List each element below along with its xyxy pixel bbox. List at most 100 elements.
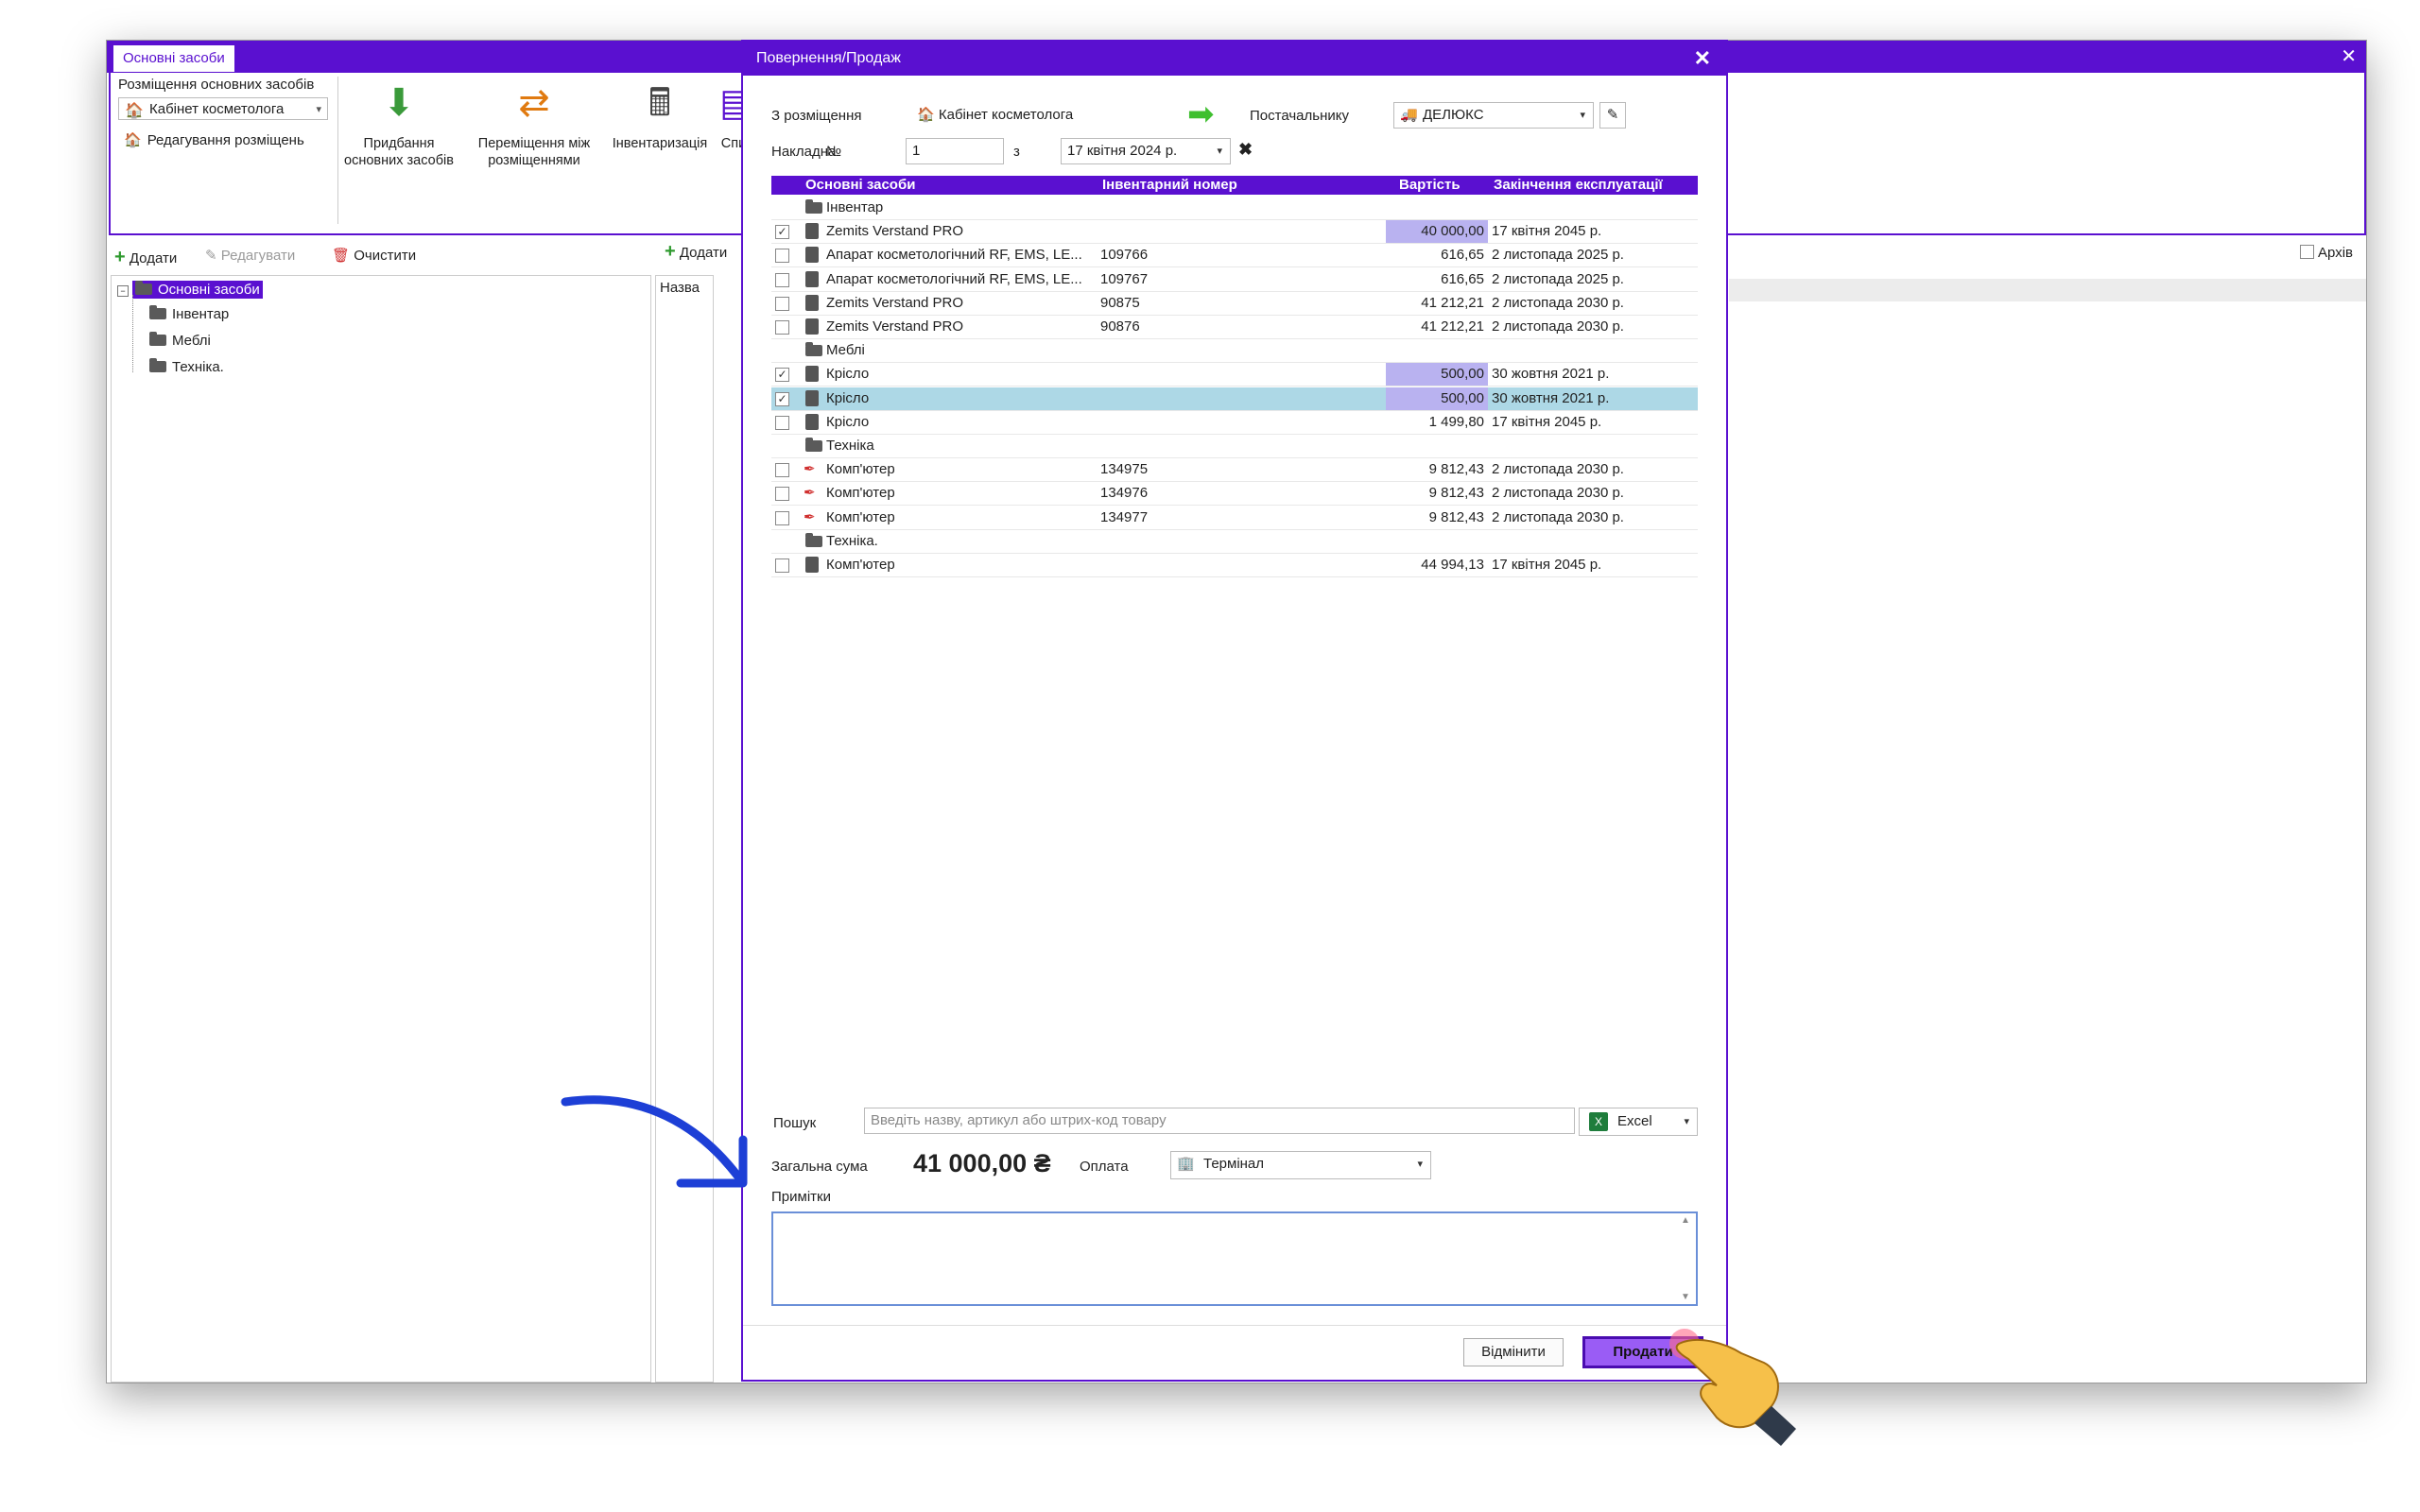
scroll-up-icon[interactable]: ▲: [1677, 1215, 1694, 1226]
main-close-icon[interactable]: ✕: [2341, 41, 2357, 73]
move-label-1: Переміщення між: [477, 136, 591, 151]
folder-icon: [135, 281, 152, 295]
col-header-inventory[interactable]: Інвентарний номер: [1102, 176, 1237, 195]
search-input[interactable]: Введіть назву, артикул або штрих-код тов…: [864, 1108, 1575, 1134]
from-placement-value[interactable]: 🏠 Кабінет косметолога: [917, 106, 1073, 123]
supplier-select[interactable]: 🚚 ДЕЛЮКС ▾: [1393, 102, 1594, 129]
edit-placement-label: Редагування розміщень: [147, 132, 304, 148]
asset-name: Комп'ютер: [826, 485, 895, 502]
invoice-number-input[interactable]: 1: [906, 138, 1004, 164]
asset-row[interactable]: Zemits Verstand PRO 90875 41 212,21 2 листо…: [771, 292, 1698, 316]
tree-root[interactable]: − Основні засоби: [117, 280, 263, 301]
placement-select[interactable]: 🏠 Кабінет косметолога ▾: [118, 97, 328, 120]
row-checkbox[interactable]: [775, 415, 789, 430]
row-checkbox[interactable]: [775, 296, 789, 311]
asset-row[interactable]: ✓ Крісло 500,00 30 жовтня 2021 р.: [771, 387, 1698, 411]
tab-fixed-assets[interactable]: Основні засоби: [112, 44, 235, 72]
tree-item-equipment[interactable]: Техніка.: [149, 357, 224, 378]
col-header-end[interactable]: Закінчення експлуатації: [1494, 176, 1663, 195]
collapse-toggle-icon[interactable]: −: [117, 285, 129, 297]
group-row[interactable]: Техніка.: [771, 530, 1698, 554]
row-checkbox[interactable]: [775, 487, 789, 502]
middle-add-button[interactable]: + Додати: [665, 241, 727, 263]
invoice-date-picker[interactable]: 17 квітня 2024 р. ▾: [1061, 138, 1231, 164]
cancel-button[interactable]: Відмінити: [1463, 1338, 1564, 1366]
asset-row[interactable]: Апарат косметологічний RF, EMS, LE... 109…: [771, 244, 1698, 268]
row-checkbox[interactable]: [775, 272, 789, 287]
asset-row[interactable]: ✓ Zemits Verstand PRO 40 000,00 17 квітня 2…: [771, 220, 1698, 245]
asset-row[interactable]: Крісло 1 499,80 17 квітня 2045 р.: [771, 411, 1698, 435]
row-checkbox[interactable]: [775, 510, 789, 525]
asset-row[interactable]: Апарат косметологічний RF, EMS, LE... 109…: [771, 268, 1698, 292]
asset-icon: [805, 294, 819, 311]
folder-icon: [805, 438, 822, 452]
inventory-number: 134976: [1100, 485, 1149, 502]
asset-cost: 9 812,43: [1428, 485, 1484, 502]
row-checkbox[interactable]: ✓: [775, 391, 789, 406]
end-of-use-date: 17 квітня 2045 р.: [1492, 223, 1602, 240]
tree-item-furniture[interactable]: Меблі: [149, 331, 211, 352]
checkbox-icon: [2299, 245, 2314, 259]
chevron-down-icon: ▾: [1580, 110, 1585, 121]
asset-row[interactable]: ✒ Комп'ютер 134976 9 812,43 2 листопада 2030…: [771, 482, 1698, 507]
clear-label: Очистити: [354, 248, 417, 264]
asset-name: Zemits Verstand PRO: [826, 294, 964, 311]
dialog-title: Повернення/Продаж: [756, 50, 901, 66]
clear-button[interactable]: 🗑 Очистити: [332, 247, 416, 264]
row-checkbox[interactable]: ✓: [775, 225, 789, 240]
pencil-icon: ✎: [205, 248, 217, 264]
pen-icon: ✒: [804, 461, 816, 478]
purchase-assets-button[interactable]: ⬇ Придбання основних засобів: [337, 77, 460, 169]
payment-value: Термінал: [1203, 1156, 1265, 1172]
from-placement-text: Кабінет косметолога: [938, 107, 1074, 123]
notes-scrollbar[interactable]: ▲ ▼: [1677, 1215, 1694, 1302]
edit-button[interactable]: ✎ Редагувати: [205, 247, 295, 264]
row-checkbox[interactable]: [775, 249, 789, 264]
group-name: Техніка.: [826, 532, 878, 549]
move-between-placements-button[interactable]: ⇄ Переміщення між розміщеннями: [468, 77, 600, 169]
group-row[interactable]: Інвентар: [771, 197, 1698, 220]
row-checkbox[interactable]: [775, 558, 789, 573]
notes-textarea[interactable]: ▲ ▼: [771, 1211, 1698, 1306]
edit-supplier-button[interactable]: ✎: [1599, 102, 1626, 129]
asset-cost: 9 812,43: [1428, 508, 1484, 525]
total-amount: 41 000,00 ₴: [913, 1149, 1051, 1177]
row-checkbox[interactable]: [775, 463, 789, 478]
end-of-use-date: 2 листопада 2030 р.: [1492, 318, 1624, 335]
asset-cost: 41 212,21: [1421, 318, 1484, 335]
dialog-close-icon[interactable]: ✕: [1694, 42, 1711, 76]
return-sale-dialog: Повернення/Продаж ✕ З розміщення 🏠 Кабін…: [741, 40, 1728, 1382]
col-header-cost[interactable]: Вартість: [1399, 176, 1461, 195]
inventory-button[interactable]: 🖩 Інвентаризація: [606, 77, 714, 152]
placement-select-value: Кабінет косметолога: [149, 101, 285, 117]
add-button[interactable]: + Додати: [114, 247, 177, 268]
tree-item-inventory[interactable]: Інвентар: [149, 304, 229, 325]
group-row[interactable]: Меблі: [771, 339, 1698, 364]
excel-export-button[interactable]: X Excel ▾: [1579, 1108, 1698, 1136]
asset-cost: 616,65: [1441, 270, 1484, 287]
row-checkbox[interactable]: ✓: [775, 368, 789, 383]
col-header-name[interactable]: Основні засоби: [805, 176, 915, 195]
asset-row[interactable]: ✒ Комп'ютер 134977 9 812,43 2 листопада 2030…: [771, 507, 1698, 530]
calculator-icon: 🖩: [648, 82, 671, 124]
asset-row[interactable]: ✒ Комп'ютер 134975 9 812,43 2 листопада 2030…: [771, 458, 1698, 483]
row-checkbox[interactable]: [775, 320, 789, 335]
swap-arrows-icon: ⇄: [518, 82, 550, 124]
excel-icon: X: [1589, 1112, 1608, 1131]
payment-select[interactable]: 🏢 Термінал ▾: [1170, 1151, 1431, 1179]
clear-date-icon[interactable]: ✖: [1238, 140, 1253, 160]
group-row[interactable]: Техніка: [771, 435, 1698, 458]
tree-item-label: Техніка.: [172, 359, 224, 375]
from-date-label: з: [1013, 144, 1020, 160]
truck-icon: 🚚: [1400, 107, 1418, 123]
asset-row[interactable]: Комп'ютер 44 994,13 17 квітня 2045 р.: [771, 554, 1698, 577]
archive-checkbox[interactable]: Архів: [2299, 245, 2353, 261]
inventory-label: Інвентаризація: [612, 136, 708, 151]
scroll-down-icon[interactable]: ▼: [1677, 1292, 1694, 1302]
asset-row[interactable]: ✓ Крісло 500,00 30 жовтня 2021 р.: [771, 363, 1698, 387]
from-placement-label: З розміщення: [771, 108, 862, 124]
end-of-use-date: 30 жовтня 2021 р.: [1492, 366, 1610, 383]
asset-row[interactable]: Zemits Verstand PRO 90876 41 212,21 2 листо…: [771, 316, 1698, 339]
edit-placement-button[interactable]: 🏠 Редагування розміщень: [124, 131, 304, 148]
middle-panel: Назва: [655, 275, 714, 1383]
